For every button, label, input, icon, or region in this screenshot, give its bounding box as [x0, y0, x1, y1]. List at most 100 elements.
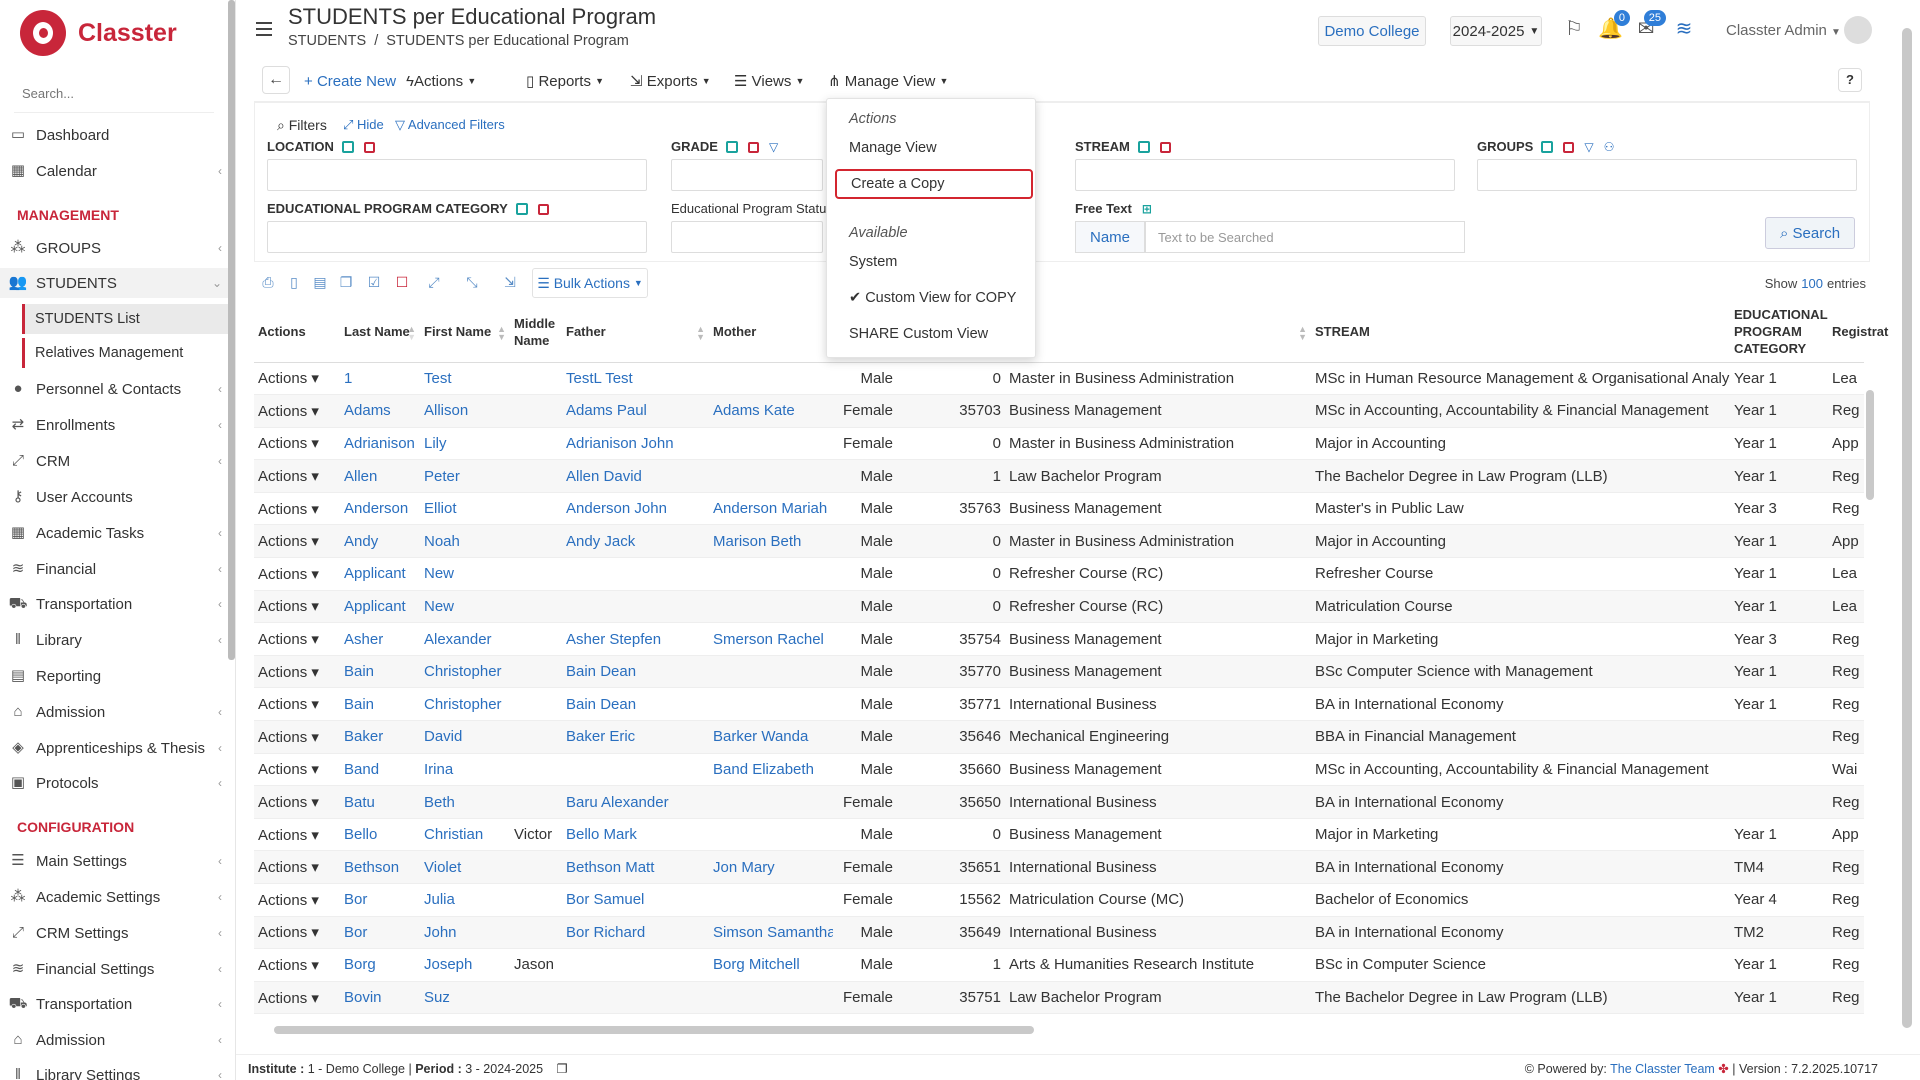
horizontal-scroll-thumb[interactable] [274, 1026, 1034, 1034]
breadcrumb-students[interactable]: STUDENTS [288, 33, 366, 49]
table-cell[interactable]: Bor [340, 883, 420, 917]
row-actions-dropdown[interactable]: Actions ▾ [254, 818, 340, 852]
table-cell[interactable]: Adams Kate [709, 394, 833, 428]
table-cell[interactable]: Anderson John [562, 492, 709, 526]
select-all-icon[interactable]: ☑ [366, 274, 382, 290]
table-cell[interactable] [709, 459, 833, 493]
search-button[interactable]: ⌕ Search [1765, 217, 1855, 249]
col-father[interactable]: Father ▲ ▼ [562, 302, 709, 363]
bulk-actions-button[interactable]: ☰ Bulk Actions ▼ [532, 268, 648, 298]
table-cell[interactable]: Bello Mark [562, 818, 709, 852]
copy-icon[interactable]: ❐ [338, 274, 354, 290]
row-actions-dropdown[interactable]: Actions ▾ [254, 459, 340, 493]
horizontal-scrollbar[interactable] [254, 1020, 1870, 1038]
row-actions-dropdown[interactable]: Actions ▾ [254, 916, 340, 950]
table-cell[interactable]: Borg Mitchell [709, 948, 833, 982]
table-cell[interactable]: Adams Paul [562, 394, 709, 428]
filters-toggle[interactable]: ⌕ Filters [277, 117, 327, 134]
table-cell[interactable]: Alexander [420, 622, 510, 656]
table-cell[interactable]: Bovin [340, 981, 420, 1015]
create-copy-menu-item[interactable]: Create a Copy [835, 169, 1033, 199]
select-all-check-icon[interactable] [1541, 141, 1554, 153]
exports-menu-button[interactable]: ⇲ Exports ▼ [630, 68, 711, 94]
pdf-icon[interactable]: ▯ [286, 274, 302, 290]
table-cell[interactable] [562, 948, 709, 982]
sidebar-item-apprenticeships[interactable]: ◈ Apprenticeships & Thesis ‹ [0, 733, 228, 763]
table-cell[interactable]: Adams [340, 394, 420, 428]
table-cell[interactable] [709, 981, 833, 1015]
row-actions-dropdown[interactable]: Actions ▾ [254, 622, 340, 656]
table-cell[interactable]: Irina [420, 753, 510, 787]
period-selector[interactable]: 2024-2025 ▼ [1450, 16, 1542, 46]
hamburger-menu-icon[interactable] [256, 22, 272, 36]
table-cell[interactable]: Andy [340, 524, 420, 559]
row-actions-dropdown[interactable]: Actions ▾ [254, 557, 340, 591]
table-cell[interactable]: Bain [340, 655, 420, 689]
row-actions-dropdown[interactable]: Actions ▾ [254, 850, 340, 884]
row-actions-dropdown[interactable]: Actions ▾ [254, 362, 340, 396]
sidebar-item-main-settings[interactable]: ☰ Main Settings ‹ [0, 846, 228, 876]
table-cell[interactable]: Jon Mary [709, 850, 833, 884]
col-edu-category[interactable]: EDUCATIONAL PROGRAM CATEGORY [1730, 302, 1828, 363]
views-menu-button[interactable]: ☰ Views ▼ [734, 68, 804, 94]
table-vertical-scrollbar[interactable] [1864, 372, 1876, 1012]
table-cell[interactable]: TestL Test [562, 362, 709, 396]
table-cell[interactable]: Noah [420, 524, 510, 559]
location-input[interactable] [267, 159, 647, 191]
table-cell[interactable]: Bor Richard [562, 916, 709, 950]
row-actions-dropdown[interactable]: Actions ▾ [254, 948, 340, 982]
mail-icon[interactable]: ✉ 25 [1634, 10, 1666, 40]
table-cell[interactable]: Bethson [340, 850, 420, 884]
back-button[interactable]: ← [262, 66, 290, 94]
filter-icon[interactable]: ▽ [769, 140, 778, 154]
sidebar-item-financial-settings[interactable]: ≋ Financial Settings ‹ [0, 954, 228, 984]
table-cell[interactable]: New [420, 590, 510, 624]
row-actions-dropdown[interactable]: Actions ▾ [254, 753, 340, 787]
table-cell[interactable] [709, 687, 833, 722]
table-cell[interactable] [709, 590, 833, 624]
table-cell[interactable]: Joseph [420, 948, 510, 982]
table-cell[interactable]: Christopher [420, 687, 510, 722]
clear-square-icon[interactable] [1563, 142, 1575, 153]
table-cell[interactable] [709, 655, 833, 689]
sidebar-item-students[interactable]: 👥 STUDENTS ⌄ [0, 268, 228, 298]
table-cell[interactable]: Bello [340, 818, 420, 852]
table-cell[interactable] [709, 818, 833, 852]
table-cell[interactable] [562, 557, 709, 591]
table-cell[interactable]: Applicant [340, 590, 420, 624]
name-field-selector[interactable]: Name [1075, 221, 1145, 253]
table-cell[interactable]: Andy Jack [562, 524, 709, 559]
col-first-name[interactable]: First Name ▲ ▼ [420, 302, 510, 363]
sidebar-item-dashboard[interactable]: ▭ Dashboard [0, 120, 228, 150]
custom-view-copy-menu-item[interactable]: ✔ Custom View for COPY [835, 283, 1029, 313]
table-cell[interactable]: David [420, 720, 510, 754]
table-cell[interactable]: Christian [420, 818, 510, 852]
flag-icon[interactable]: ⚐ [1562, 18, 1586, 40]
sidebar-item-personnel[interactable]: ● Personnel & Contacts ‹ [0, 374, 228, 404]
bell-icon[interactable]: 🔔 0 [1598, 10, 1630, 40]
table-cell[interactable]: Christopher [420, 655, 510, 689]
create-new-button[interactable]: + Create New [304, 68, 396, 94]
select-all-check-icon[interactable] [515, 203, 528, 215]
sidebar-item-transportation[interactable]: ⛟ Transportation ‹ [0, 589, 228, 619]
table-cell[interactable]: Anderson [340, 492, 420, 526]
table-cell[interactable]: Adrianison [340, 427, 420, 461]
clear-square-icon[interactable] [1159, 142, 1171, 153]
layers-add-icon[interactable]: ≋ [1672, 18, 1696, 40]
table-cell[interactable]: Bain Dean [562, 687, 709, 722]
select-all-check-icon[interactable] [725, 141, 738, 153]
row-actions-dropdown[interactable]: Actions ▾ [254, 427, 340, 461]
table-cell[interactable]: Bain Dean [562, 655, 709, 689]
reports-menu-button[interactable]: ▯ Reports ▼ [526, 68, 604, 94]
col-middle-name[interactable]: Middle Name [510, 302, 562, 363]
table-cell[interactable] [709, 362, 833, 396]
manage-view-menu-button[interactable]: ⋔ Manage View ▼ [828, 68, 948, 94]
sidebar-item-academic-settings[interactable]: ⁂ Academic Settings ‹ [0, 882, 228, 912]
table-cell[interactable]: Bor Samuel [562, 883, 709, 917]
table-cell[interactable]: Band [340, 753, 420, 787]
select-all-check-icon[interactable] [341, 141, 354, 153]
row-actions-dropdown[interactable]: Actions ▾ [254, 981, 340, 1015]
table-cell[interactable]: Applicant [340, 557, 420, 591]
sidebar-search-input[interactable] [14, 78, 214, 108]
table-cell[interactable]: Allison [420, 394, 510, 428]
